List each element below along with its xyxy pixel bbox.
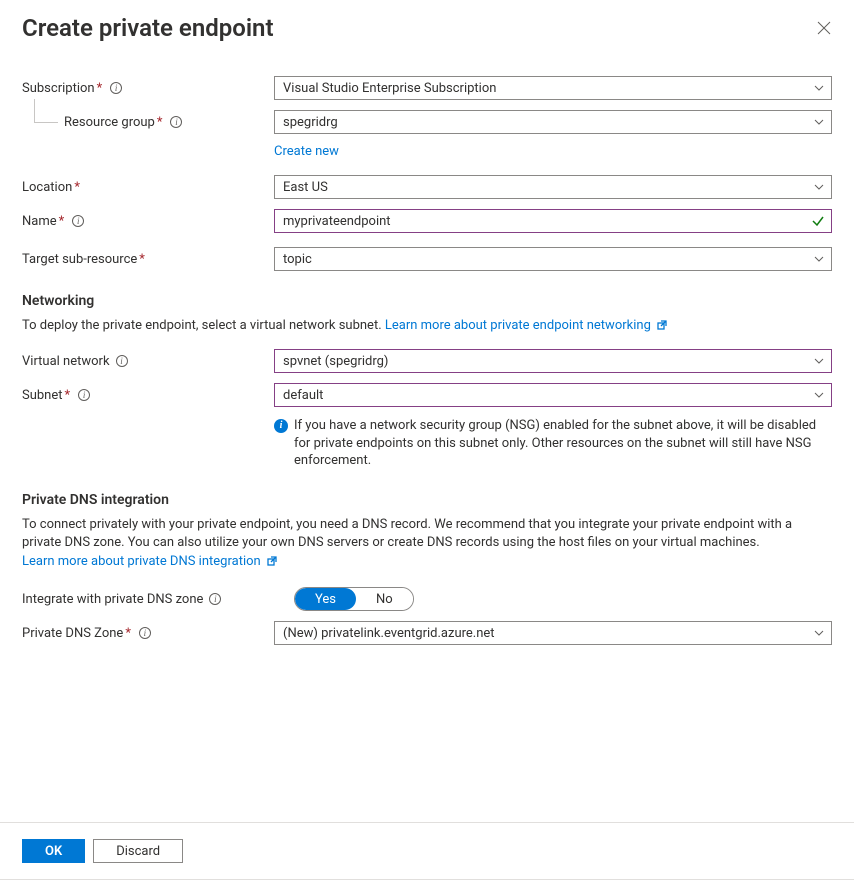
required-indicator: *	[65, 388, 71, 403]
required-indicator: *	[59, 214, 65, 229]
dns-zone-value: (New) privatelink.eventgrid.azure.net	[283, 626, 495, 641]
label-location: Location *	[22, 180, 274, 195]
label-subnet: Subnet *	[22, 388, 274, 403]
check-icon	[811, 214, 825, 228]
info-icon[interactable]	[209, 593, 221, 605]
info-icon[interactable]	[170, 116, 182, 128]
external-link-icon	[657, 318, 667, 328]
chevron-down-icon	[813, 355, 825, 367]
row-dns-zone: Private DNS Zone * (New) privatelink.eve…	[22, 621, 832, 645]
toggle-no[interactable]: No	[356, 588, 413, 610]
location-select[interactable]: East US	[274, 175, 832, 199]
target-sub-resource-value: topic	[283, 252, 312, 267]
indent-connector	[34, 99, 58, 123]
resource-group-select[interactable]: spegridrg	[274, 110, 832, 134]
label-text-virtual-network: Virtual network	[22, 354, 110, 369]
required-indicator: *	[139, 252, 145, 267]
info-icon[interactable]	[110, 82, 122, 94]
chevron-down-icon	[813, 82, 825, 94]
required-indicator: *	[125, 626, 131, 641]
networking-intro-text: To deploy the private endpoint, select a…	[22, 318, 385, 333]
chevron-down-icon	[813, 253, 825, 265]
location-value: East US	[283, 180, 328, 195]
chevron-down-icon	[813, 627, 825, 639]
label-text-name: Name	[22, 214, 57, 229]
info-icon[interactable]	[116, 355, 128, 367]
row-virtual-network: Virtual network spvnet (spegridrg)	[22, 349, 832, 373]
label-virtual-network: Virtual network	[22, 354, 274, 369]
name-value: myprivateendpoint	[283, 214, 391, 229]
dns-intro: To connect privately with your private e…	[22, 516, 832, 552]
create-private-endpoint-panel: Create private endpoint Subscription * V…	[0, 0, 854, 880]
row-name: Name * myprivateendpoint	[22, 209, 832, 233]
row-resource-group: Resource group * spegridrg	[22, 110, 832, 134]
panel-title: Create private endpoint	[22, 14, 274, 42]
label-text-resource-group: Resource group	[64, 115, 155, 130]
virtual-network-value: spvnet (spegridrg)	[283, 354, 388, 369]
row-integrate-toggle: Integrate with private DNS zone Yes No	[22, 587, 832, 611]
label-text-subscription: Subscription	[22, 81, 95, 96]
required-indicator: *	[74, 180, 80, 195]
subscription-value: Visual Studio Enterprise Subscription	[283, 81, 496, 96]
label-text-integrate: Integrate with private DNS zone	[22, 592, 203, 607]
title-row: Create private endpoint	[22, 14, 832, 42]
target-sub-resource-select[interactable]: topic	[274, 247, 832, 271]
discard-button[interactable]: Discard	[93, 839, 183, 863]
ok-button[interactable]: OK	[22, 839, 85, 863]
required-indicator: *	[97, 81, 103, 96]
info-icon[interactable]	[139, 627, 151, 639]
toggle-yes[interactable]: Yes	[295, 588, 356, 610]
subnet-value: default	[283, 388, 323, 403]
required-indicator: *	[157, 115, 163, 130]
label-target-sub-resource: Target sub-resource *	[22, 252, 274, 267]
label-dns-zone: Private DNS Zone *	[22, 626, 274, 641]
info-solid-icon: i	[274, 419, 288, 433]
nsg-note: i If you have a network security group (…	[22, 417, 832, 470]
learn-networking-link[interactable]: Learn more about private endpoint networ…	[385, 318, 667, 333]
networking-intro: To deploy the private endpoint, select a…	[22, 317, 832, 335]
label-text-target-sub-resource: Target sub-resource	[22, 252, 137, 267]
chevron-down-icon	[813, 181, 825, 193]
label-resource-group: Resource group *	[22, 115, 274, 130]
info-icon[interactable]	[78, 389, 90, 401]
label-integrate: Integrate with private DNS zone	[22, 592, 294, 607]
label-subscription: Subscription *	[22, 81, 274, 96]
chevron-down-icon	[813, 116, 825, 128]
heading-dns: Private DNS integration	[22, 492, 832, 508]
learn-networking-text: Learn more about private endpoint networ…	[385, 318, 651, 333]
row-location: Location * East US	[22, 175, 832, 199]
chevron-down-icon	[813, 389, 825, 401]
virtual-network-select[interactable]: spvnet (spegridrg)	[274, 349, 832, 373]
close-icon[interactable]	[816, 20, 832, 36]
label-text-subnet: Subnet	[22, 388, 63, 403]
info-icon[interactable]	[72, 215, 84, 227]
row-target-sub-resource: Target sub-resource * topic	[22, 247, 832, 271]
resource-group-value: spegridrg	[283, 115, 338, 130]
footer: OK Discard	[0, 822, 854, 879]
label-text-dns-zone: Private DNS Zone	[22, 626, 123, 641]
create-new-link[interactable]: Create new	[274, 144, 339, 159]
dns-zone-select[interactable]: (New) privatelink.eventgrid.azure.net	[274, 621, 832, 645]
external-link-icon	[267, 555, 277, 565]
nsg-note-text: If you have a network security group (NS…	[294, 417, 832, 470]
label-text-location: Location	[22, 180, 72, 195]
row-subnet: Subnet * default	[22, 383, 832, 407]
subnet-select[interactable]: default	[274, 383, 832, 407]
name-input[interactable]: myprivateendpoint	[274, 209, 832, 233]
heading-networking: Networking	[22, 293, 832, 309]
learn-dns-text: Learn more about private DNS integration	[22, 554, 261, 569]
integrate-toggle[interactable]: Yes No	[294, 587, 414, 611]
create-new-row: Create new	[22, 144, 832, 159]
row-subscription: Subscription * Visual Studio Enterprise …	[22, 76, 832, 100]
label-name: Name *	[22, 214, 274, 229]
subscription-select[interactable]: Visual Studio Enterprise Subscription	[274, 76, 832, 100]
learn-dns-link[interactable]: Learn more about private DNS integration	[22, 554, 277, 569]
